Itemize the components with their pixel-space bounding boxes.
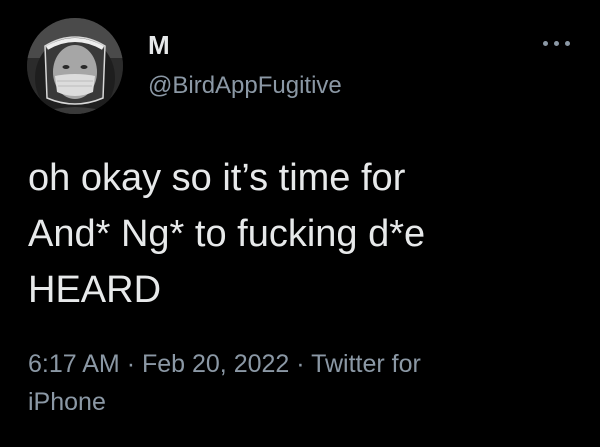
tweet-date[interactable]: Feb 20, 2022 [142,350,289,378]
profile-photo [27,18,123,114]
more-options-button[interactable] [540,33,574,53]
tweet-text-line: And* Ng* to fucking d*e [28,213,426,255]
display-name[interactable]: M [148,30,170,60]
tweet-card: M @BirdAppFugitive oh okay so it’s time … [0,0,600,447]
meta-separator: · [296,350,305,378]
tweet-text-line: oh okay so it’s time for [28,157,406,199]
tweet-text-line: HEARD [28,269,162,311]
tweet-metadata: 6:17 AM · Feb 20, 2022 · Twitter for iPh… [28,345,568,421]
tweet-source-device[interactable]: iPhone [28,388,106,416]
tweet-time[interactable]: 6:17 AM [28,350,120,378]
avatar[interactable] [27,18,123,114]
tweet-text: oh okay so it’s time for And* Ng* to fuc… [28,150,588,318]
meta-separator: · [126,350,136,378]
user-handle[interactable]: @BirdAppFugitive [148,71,342,101]
tweet-source[interactable]: Twitter for [311,350,421,378]
